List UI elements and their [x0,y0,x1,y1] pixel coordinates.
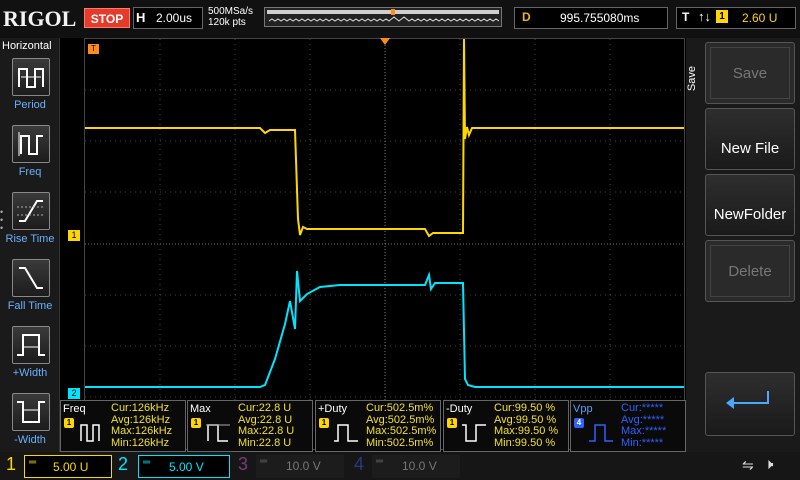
measurement-pos-duty[interactable]: +Duty 1 Cur:502.5m% Avg:502.5m% Max:502.5m… [315,400,441,452]
memory-waveform-preview [267,9,500,22]
memory-depth: 120k pts [208,17,246,28]
ch4-scale-tab[interactable]: ═ 10.0 V [372,455,460,478]
neg-width-icon [17,401,45,423]
waveform-canvas [85,38,684,449]
delete-button[interactable]: Delete [705,240,795,302]
neg-width-label: -Width [14,434,46,446]
rise-time-button[interactable] [12,192,50,230]
measurement-neg-duty[interactable]: -Duty 1 Cur:99.50 % Avg:99.50 % Max:99.50 … [443,400,569,452]
timebase-label: H [136,10,146,25]
enter-button[interactable] [705,372,795,436]
ch4-number: 4 [354,454,365,474]
pos-width-icon [17,334,45,356]
measurement-name: Freq [63,403,86,415]
fall-time-label: Fall Time [7,300,53,312]
vpp-icon [589,424,613,442]
enter-arrow-icon [726,391,769,409]
trigger-level: 2.60 U [742,11,778,25]
measurement-source-badge: 4 [574,418,584,428]
trigger-box[interactable] [676,7,796,29]
timebase-value: 2.00us [156,11,193,25]
measurement-name: Vpp [573,403,593,415]
delay-label: D [522,10,531,24]
measure-menu-panel: Horizontal Period Freq Rise Time • • • Fal… [0,38,60,452]
waveform-display[interactable] [84,38,685,450]
freq-button[interactable] [12,125,50,163]
measurement-source-badge: 1 [64,418,74,428]
measurement-name: -Duty [446,403,473,415]
ch1-ground-marker[interactable]: 1 [68,230,80,241]
fall-time-button[interactable] [12,259,50,297]
trigger-position-marker[interactable]: T [88,44,99,54]
rise-time-icon [17,200,45,222]
measurement-name: Max [190,403,211,415]
period-icon [18,68,44,88]
measurement-values: Cur:502.5m% Avg:502.5m% Max:502.5m% Min:502… [366,402,437,449]
ch3-number: 3 [238,454,249,474]
measurement-values: Cur:99.50 % Avg:99.50 % Max:99.50 % Min:99.… [494,402,559,449]
freq-label: Freq [18,166,42,178]
measurement-values: Cur:126kHz Avg:126kHz Max:126kHz Min:126kHz [111,402,173,449]
pos-width-label: +Width [12,367,48,379]
menu-title: Horizontal [2,40,52,52]
measurement-name: +Duty [318,403,348,415]
period-label: Period [14,99,46,111]
trigger-edge-icon: ↑↓ [698,9,711,24]
save-button[interactable]: Save [705,42,795,104]
measurement-values: Cur:***** Avg:***** Max:***** Min:***** [621,402,667,449]
ch1-waveform [85,38,684,238]
fall-time-icon [19,267,43,289]
measurement-max[interactable]: Max 1 Cur:22.8 U Avg:22.8 U Max:22.8 U Min:… [187,400,313,452]
dc-coupling-icon: ═ [143,457,151,468]
measurement-source-badge: 1 [447,418,457,428]
measurement-values: Cur:22.8 U Avg:22.8 U Max:22.8 U Min:22.8 U [238,402,295,449]
trigger-time-marker[interactable] [380,38,390,45]
speaker-muted-icon[interactable]: 🕨 [764,456,773,473]
save-menu-title: Save [686,66,698,92]
neg-duty-icon [462,424,486,442]
delay-value: 995.755080ms [560,11,640,25]
rigol-logo: RIGOL [3,6,77,31]
usb-icon: ⇋ [742,457,754,473]
ch1-number: 1 [6,454,17,474]
measurement-source-badge: 1 [319,418,329,428]
neg-width-button[interactable] [12,393,50,431]
measurement-source-badge: 1 [191,418,201,428]
freq-icon [80,424,100,442]
memory-overview-strip[interactable] [264,7,502,27]
acquisition-info: 500MSa/s 120k pts [208,6,253,28]
pos-duty-icon [334,424,358,442]
ch1-scale-tab[interactable]: ═ 5.00 U [24,455,112,478]
run-stop-status[interactable]: STOP [84,8,130,28]
menu-pager-dots[interactable]: • • • [0,208,3,233]
sample-rate: 500MSa/s [208,6,254,17]
new-folder-button[interactable]: NewFolder [705,174,795,236]
dc-coupling-icon: ═ [260,456,268,467]
ch2-ground-marker[interactable]: 2 [68,388,80,399]
trigger-source-badge: 1 [716,10,728,23]
dc-coupling-icon: ═ [29,457,37,468]
pos-width-button[interactable] [12,326,50,364]
freq-icon [18,132,43,156]
measurement-vpp[interactable]: Vpp 4 Cur:***** Avg:***** Max:***** Min:***… [570,400,686,452]
dc-coupling-icon: ═ [376,456,384,467]
ch2-scale-tab[interactable]: ═ 5.00 V [138,455,230,478]
period-button[interactable] [12,58,50,96]
ch2-number: 2 [118,454,129,474]
max-icon [206,424,230,442]
measurement-freq[interactable]: Freq 1 Cur:126kHz Avg:126kHz Max:126kHz Min… [60,400,186,452]
trigger-label: T [682,10,690,24]
ch3-scale-tab[interactable]: ═ 10.0 V [256,455,344,478]
new-file-button[interactable]: New File [705,108,795,170]
rise-time-label: Rise Time [5,233,55,245]
